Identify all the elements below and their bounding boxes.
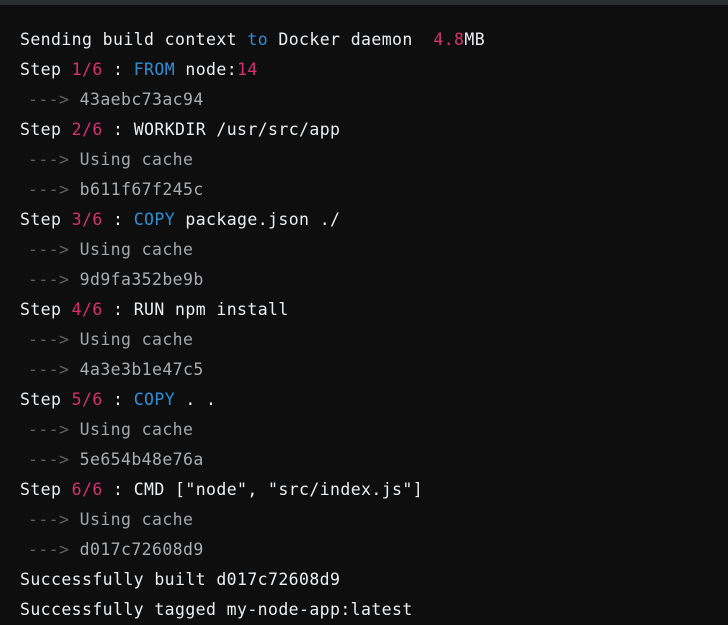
- terminal-token: :: [102, 210, 134, 229]
- terminal-output[interactable]: Sending build context to Docker daemon 4…: [0, 5, 728, 624]
- terminal-token: Step: [20, 390, 72, 409]
- terminal-token: 4a3e3b1e47c5: [79, 360, 204, 379]
- terminal-token: . .: [175, 390, 217, 409]
- terminal-line-step-4-hash: ---> 4a3e3b1e47c5: [0, 355, 728, 385]
- terminal-line-successfully-tagged: Successfully tagged my-node-app:latest: [0, 595, 728, 625]
- terminal-token: --->: [28, 240, 80, 259]
- terminal-line-step-3: Step 3/6 : COPY package.json ./: [0, 205, 728, 235]
- terminal-token: 6/6: [71, 480, 103, 499]
- terminal-token: Using cache: [79, 420, 194, 439]
- terminal-token: node:: [175, 60, 238, 79]
- terminal-token: --->: [28, 270, 80, 289]
- terminal-line-step-3-cache: ---> Using cache: [0, 235, 728, 265]
- terminal-token: package.json ./: [175, 210, 341, 229]
- terminal-line-step-5-hash: ---> 5e654b48e76a: [0, 445, 728, 475]
- terminal-token: Step: [20, 210, 72, 229]
- terminal-token: b611f67f245c: [79, 180, 204, 199]
- terminal-line-step-2-hash: ---> b611f67f245c: [0, 175, 728, 205]
- terminal-token: 1/6: [71, 60, 103, 79]
- terminal-line-step-6-hash: ---> d017c72608d9: [0, 535, 728, 565]
- terminal-token: 43aebc73ac94: [79, 90, 204, 109]
- terminal-token: 3/6: [71, 210, 103, 229]
- terminal-line-step-1-hash: ---> 43aebc73ac94: [0, 85, 728, 115]
- terminal-line-successfully-built: Successfully built d017c72608d9: [0, 565, 728, 595]
- terminal-token: :: [102, 60, 134, 79]
- terminal-token: Docker daemon: [268, 30, 434, 49]
- terminal-line-sending-build-context: Sending build context to Docker daemon 4…: [0, 25, 728, 55]
- terminal-token: Using cache: [79, 150, 194, 169]
- terminal-token: --->: [28, 420, 80, 439]
- terminal-token: d017c72608d9: [79, 540, 204, 559]
- terminal-token: 14: [237, 60, 258, 79]
- terminal-line-step-3-hash: ---> 9d9fa352be9b: [0, 265, 728, 295]
- terminal-token: : WORKDIR /usr/src/app: [102, 120, 341, 139]
- terminal-token: Sending build context: [20, 30, 248, 49]
- terminal-token: --->: [28, 150, 80, 169]
- terminal-token: Using cache: [79, 510, 194, 529]
- terminal-token: Using cache: [79, 240, 194, 259]
- terminal-token: --->: [28, 450, 80, 469]
- terminal-token: Step: [20, 120, 72, 139]
- terminal-token: : RUN npm install: [102, 300, 289, 319]
- terminal-line-step-5: Step 5/6 : COPY . .: [0, 385, 728, 415]
- terminal-token: 5e654b48e76a: [79, 450, 204, 469]
- terminal-token: Successfully tagged my-node-app:latest: [20, 600, 413, 619]
- terminal-token: :: [102, 390, 134, 409]
- terminal-line-step-1: Step 1/6 : FROM node:14: [0, 55, 728, 85]
- terminal-token: 2/6: [71, 120, 103, 139]
- terminal-token: MB: [464, 30, 486, 49]
- terminal-token: : CMD ["node", "src/index.js"]: [102, 480, 424, 499]
- terminal-token: --->: [28, 510, 80, 529]
- terminal-token: 9d9fa352be9b: [79, 270, 204, 289]
- terminal-token: Successfully built d017c72608d9: [20, 570, 341, 589]
- terminal-token: --->: [28, 330, 80, 349]
- terminal-line-step-6-cache: ---> Using cache: [0, 505, 728, 535]
- terminal-token: --->: [28, 360, 80, 379]
- terminal-token: FROM: [133, 60, 176, 79]
- terminal-token: --->: [28, 90, 80, 109]
- terminal-token: Step: [20, 60, 72, 79]
- terminal-line-step-5-cache: ---> Using cache: [0, 415, 728, 445]
- terminal-line-step-2: Step 2/6 : WORKDIR /usr/src/app: [0, 115, 728, 145]
- terminal-token: COPY: [133, 390, 176, 409]
- terminal-token: COPY: [133, 210, 176, 229]
- terminal-token: to: [247, 30, 269, 49]
- terminal-window: Sending build context to Docker daemon 4…: [0, 0, 728, 624]
- terminal-token: --->: [28, 180, 80, 199]
- terminal-token: 4/6: [71, 300, 103, 319]
- terminal-line-step-2-cache: ---> Using cache: [0, 145, 728, 175]
- terminal-token: Using cache: [79, 330, 194, 349]
- terminal-token: 5/6: [71, 390, 103, 409]
- terminal-line-step-6: Step 6/6 : CMD ["node", "src/index.js"]: [0, 475, 728, 505]
- terminal-line-step-4-cache: ---> Using cache: [0, 325, 728, 355]
- terminal-token: --->: [28, 540, 80, 559]
- terminal-token: Step: [20, 480, 72, 499]
- terminal-line-step-4: Step 4/6 : RUN npm install: [0, 295, 728, 325]
- terminal-token: 4.8: [433, 30, 465, 49]
- terminal-token: Step: [20, 300, 72, 319]
